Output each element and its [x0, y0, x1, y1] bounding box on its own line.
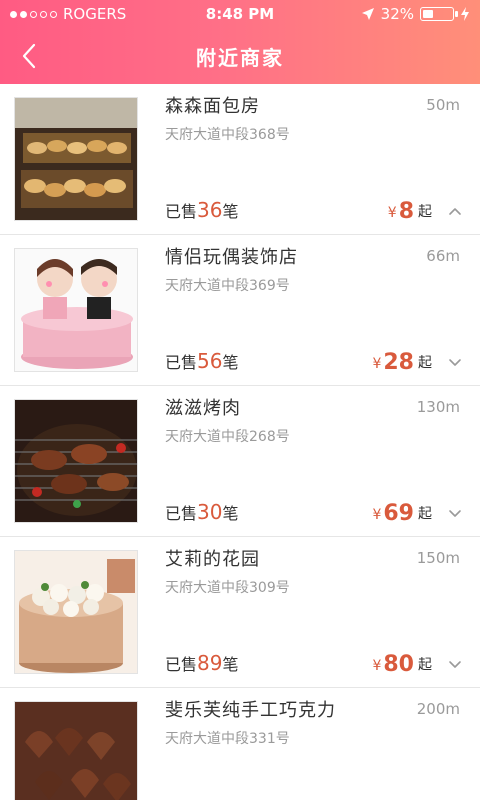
item-image [14, 550, 138, 674]
sales-suffix: 笔 [222, 655, 239, 674]
item-address: 天府大道中段268号 [165, 429, 290, 445]
battery-percent: 32% [380, 5, 414, 23]
item-name: 情侣玩偶装饰店 [165, 247, 298, 268]
charging-bolt-icon [461, 7, 469, 21]
carrier-text: ROGERS [63, 5, 127, 23]
price-suffix: 起 [418, 506, 432, 522]
sales-count: 89 [197, 651, 223, 675]
chevron-down-icon[interactable] [448, 659, 462, 669]
location-arrow-icon [361, 8, 374, 20]
item-price: ¥ 69 起 [372, 501, 432, 526]
item-distance: 130m [416, 398, 460, 416]
list-item[interactable]: 滋滋烤肉 天府大道中段268号 130m 已售30笔 ¥ 69 起 [0, 386, 480, 537]
price-value: 28 [383, 350, 414, 375]
navigation-bar: 附近商家 [0, 28, 480, 84]
chevron-left-icon [22, 43, 36, 69]
signal-dot [20, 10, 27, 18]
sales-prefix: 已售 [165, 353, 198, 372]
signal-dot [10, 10, 17, 18]
item-address: 天府大道中段331号 [165, 731, 290, 747]
status-bar: ROGERS 8:48 PM 32% [0, 0, 480, 28]
currency-symbol: ¥ [372, 658, 382, 674]
merchant-list: 森森面包房 天府大道中段368号 50m 已售36笔 ¥ 8 起 情侣玩偶装饰店… [0, 84, 480, 800]
item-distance: 66m [426, 247, 460, 265]
currency-symbol: ¥ [387, 205, 397, 221]
item-distance: 50m [426, 96, 460, 114]
item-name: 森森面包房 [165, 96, 260, 117]
item-image [14, 97, 138, 221]
item-distance: 200m [416, 700, 460, 718]
sales-count: 56 [197, 349, 223, 373]
item-address: 天府大道中段368号 [165, 127, 290, 143]
item-distance: 150m [416, 549, 460, 567]
header: ROGERS 8:48 PM 32% 附近商家 [0, 0, 480, 84]
sales-count: 36 [197, 198, 223, 222]
item-image [14, 248, 138, 372]
item-sales: 已售36笔 [165, 198, 238, 222]
status-left: ROGERS [10, 5, 126, 23]
chevron-up-icon[interactable] [448, 206, 462, 216]
item-address: 天府大道中段369号 [165, 278, 290, 294]
item-image [14, 701, 138, 800]
price-suffix: 起 [418, 657, 432, 673]
list-item[interactable]: 斐乐芙纯手工巧克力 天府大道中段331号 200m [0, 688, 480, 800]
sales-prefix: 已售 [165, 655, 198, 674]
list-item[interactable]: 情侣玩偶装饰店 天府大道中段369号 66m 已售56笔 ¥ 28 起 [0, 235, 480, 386]
item-name: 斐乐芙纯手工巧克力 [165, 700, 336, 721]
item-name: 滋滋烤肉 [165, 398, 241, 419]
price-value: 8 [398, 199, 414, 224]
currency-symbol: ¥ [372, 356, 382, 372]
battery-icon [420, 7, 458, 21]
list-item[interactable]: 艾莉的花园 天府大道中段309号 150m 已售89笔 ¥ 80 起 [0, 537, 480, 688]
status-time: 8:48 PM [205, 5, 275, 23]
sales-prefix: 已售 [165, 504, 198, 523]
item-price: ¥ 28 起 [372, 350, 432, 375]
back-button[interactable] [12, 38, 48, 74]
price-value: 80 [383, 652, 414, 677]
currency-symbol: ¥ [372, 507, 382, 523]
list-item[interactable]: 森森面包房 天府大道中段368号 50m 已售36笔 ¥ 8 起 [0, 84, 480, 235]
price-value: 69 [383, 501, 414, 526]
signal-dot [30, 10, 37, 18]
price-suffix: 起 [418, 355, 432, 371]
sales-prefix: 已售 [165, 202, 198, 221]
item-sales: 已售30笔 [165, 500, 238, 524]
signal-dot [40, 10, 47, 18]
chevron-down-icon[interactable] [448, 508, 462, 518]
item-sales: 已售89笔 [165, 651, 238, 675]
sales-suffix: 笔 [222, 353, 239, 372]
item-price: ¥ 80 起 [372, 652, 432, 677]
chevron-down-icon[interactable] [448, 357, 462, 367]
page-title: 附近商家 [196, 45, 284, 70]
item-name: 艾莉的花园 [165, 549, 260, 570]
sales-suffix: 笔 [222, 504, 239, 523]
signal-dot [50, 10, 57, 18]
item-address: 天府大道中段309号 [165, 580, 290, 596]
status-right: 32% [361, 5, 470, 23]
signal-dots-icon [10, 10, 57, 18]
sales-suffix: 笔 [222, 202, 239, 221]
item-sales: 已售56笔 [165, 349, 238, 373]
price-suffix: 起 [418, 204, 432, 220]
sales-count: 30 [197, 500, 223, 524]
item-price: ¥ 8 起 [388, 199, 432, 224]
item-image [14, 399, 138, 523]
